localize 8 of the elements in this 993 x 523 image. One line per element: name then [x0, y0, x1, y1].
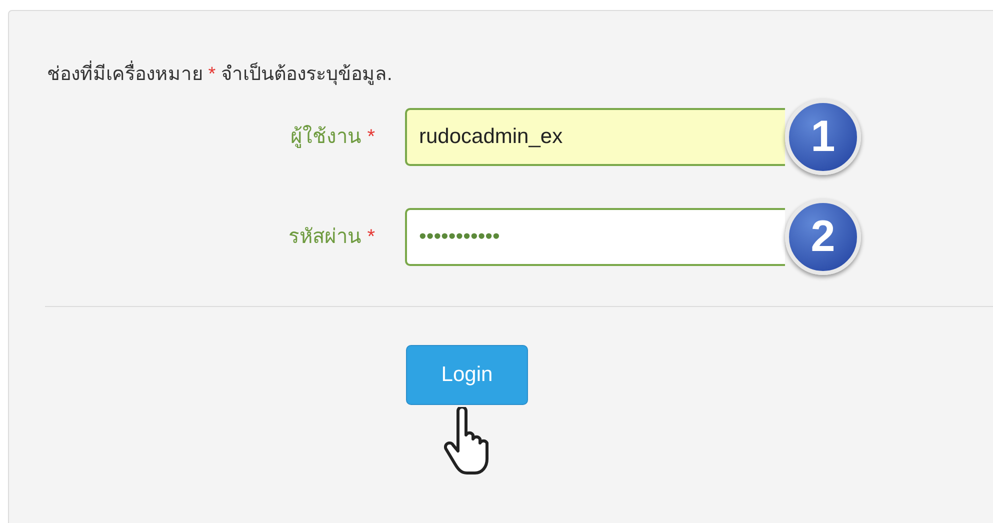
number-badge: 1 — [785, 98, 861, 174]
field-label: ผู้ใช้งาน * — [290, 124, 376, 150]
text-field[interactable]: rudocadmin_ex — [405, 108, 785, 166]
text-field[interactable]: ••••••••••• — [405, 208, 785, 266]
number-badge: 2 — [785, 198, 861, 274]
login-button[interactable]: Login — [406, 344, 528, 404]
field-label: รหัสผ่าน * — [288, 224, 376, 250]
required-note: ช่องที่มีเครื่องหมาย * จำเป็นต้องระบุข้อมูล. — [47, 61, 392, 90]
